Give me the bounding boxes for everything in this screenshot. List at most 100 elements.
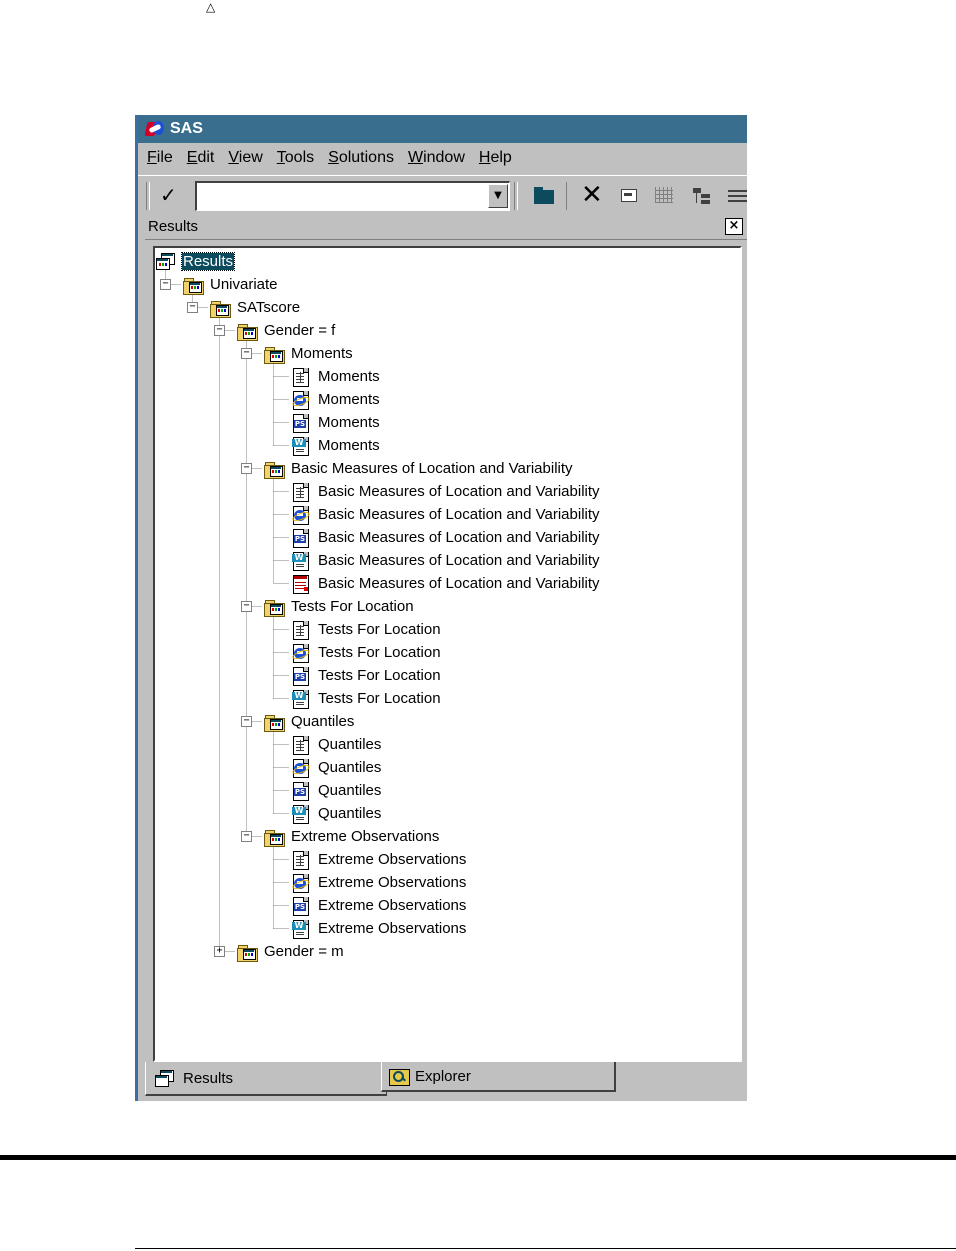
menu-item-tools[interactable]: Tools	[277, 149, 314, 167]
postscript-output-icon: PS	[290, 666, 311, 686]
collapse-icon[interactable]: −	[241, 463, 252, 474]
collapse-icon[interactable]: −	[187, 302, 198, 313]
tree-folder-node[interactable]: SATscore	[209, 296, 301, 318]
toolbar-grip[interactable]	[146, 182, 150, 210]
menu-bar: File Edit View Tools Solutions Window Help	[138, 143, 747, 173]
results-pane-title: Results	[148, 218, 199, 235]
tree-output-node[interactable]: W Basic Measures of Location and Variabil…	[290, 549, 601, 571]
menu-item-help[interactable]: Help	[479, 149, 512, 167]
tree-output-node[interactable]: W Quantiles	[290, 802, 382, 824]
tree-output-node[interactable]: Quantiles	[290, 756, 382, 778]
tree-output-node[interactable]: Basic Measures of Location and Variabili…	[290, 480, 601, 502]
tree-node-label: Basic Measures of Location and Variabili…	[318, 505, 600, 523]
results-folder-icon	[263, 827, 285, 847]
menu-label: ile	[156, 149, 173, 166]
listing-output-icon	[290, 482, 311, 502]
collapse-icon[interactable]: −	[214, 325, 225, 336]
tab-results-label: Results	[183, 1069, 234, 1087]
tree-folder-node[interactable]: Gender = m	[236, 940, 345, 962]
html-output-icon	[290, 758, 311, 778]
tree-output-node[interactable]: PS Moments	[290, 411, 381, 433]
properties-icon[interactable]	[618, 184, 640, 206]
delta-mark: △	[206, 0, 216, 14]
chevron-down-icon[interactable]: ▼	[488, 184, 508, 208]
menu-accelerator: H	[478, 149, 491, 166]
open-folder-icon[interactable]	[533, 184, 555, 206]
menu-accelerator: T	[276, 149, 285, 166]
tree-folder-node[interactable]: Tests For Location	[263, 595, 415, 617]
menu-item-window[interactable]: Window	[408, 149, 465, 167]
tree-folder-node[interactable]: Moments	[263, 342, 354, 364]
menu-item-file[interactable]: File	[147, 149, 173, 167]
tree-node-label: Quantiles	[291, 712, 355, 730]
tree-output-node[interactable]: Basic Measures of Location and Variabili…	[290, 572, 601, 594]
tree-output-node[interactable]: PS Quantiles	[290, 779, 382, 801]
details-grid-icon[interactable]	[653, 184, 675, 206]
tree-node-label: Quantiles	[318, 781, 382, 799]
menu-label: olutions	[338, 149, 394, 166]
results-tree[interactable]: Results Univariate − SATscore − Gender = f − Mo…	[153, 246, 742, 1062]
tree-output-node[interactable]: PS Extreme Observations	[290, 894, 467, 916]
window-title: SAS	[170, 120, 203, 137]
rtf-output-icon: W	[290, 436, 311, 456]
tree-node-label: Quantiles	[318, 758, 382, 776]
tree-output-node[interactable]: Moments	[290, 365, 381, 387]
menu-item-view[interactable]: View	[228, 149, 262, 167]
tree-output-node[interactable]: Quantiles	[290, 733, 382, 755]
submit-check-button[interactable]: ✓	[160, 183, 177, 207]
tree-folder-node[interactable]: Univariate	[182, 273, 279, 295]
collapse-icon[interactable]: −	[241, 831, 252, 842]
tree-output-node[interactable]: W Extreme Observations	[290, 917, 467, 939]
tree-output-node[interactable]: Basic Measures of Location and Variabili…	[290, 503, 601, 525]
tree-output-node[interactable]: PS Tests For Location	[290, 664, 442, 686]
tree-root-node[interactable]: Results	[155, 250, 236, 272]
menu-item-solutions[interactable]: Solutions	[328, 149, 394, 167]
menu-label: ools	[284, 149, 315, 166]
collapse-icon[interactable]: −	[241, 716, 252, 727]
tree-output-node[interactable]: W Tests For Location	[290, 687, 442, 709]
command-input[interactable]	[199, 185, 487, 207]
tree-node-label: Univariate	[210, 275, 278, 293]
tab-explorer[interactable]: Explorer	[381, 1062, 616, 1092]
tree-output-node[interactable]: Tests For Location	[290, 618, 442, 640]
tab-results[interactable]: Results	[145, 1062, 387, 1096]
desktop-strip	[135, 115, 138, 1101]
menu-accelerator: F	[147, 149, 157, 166]
tree-output-node[interactable]: Tests For Location	[290, 641, 442, 663]
menu-item-edit[interactable]: Edit	[187, 149, 215, 167]
listing-output-icon	[290, 735, 311, 755]
tree-output-node[interactable]: Extreme Observations	[290, 848, 467, 870]
tree-output-node[interactable]: W Moments	[290, 434, 381, 456]
tree-output-node[interactable]: Extreme Observations	[290, 871, 467, 893]
tree-node-label: SATscore	[237, 298, 301, 316]
list-view-icon[interactable]	[726, 184, 747, 206]
rtf-output-icon: W	[290, 689, 311, 709]
collapse-icon[interactable]: −	[241, 601, 252, 612]
collapse-icon[interactable]: −	[160, 279, 171, 290]
toolbar-separator	[566, 182, 568, 210]
data-table-icon	[290, 574, 311, 594]
results-folder-icon	[263, 459, 285, 479]
tree-folder-node[interactable]: Gender = f	[236, 319, 336, 341]
tree-node-label: Basic Measures of Location and Variabili…	[318, 482, 600, 500]
pane-tabs: Results Explorer	[145, 1062, 747, 1101]
tree-view-icon[interactable]	[691, 184, 713, 206]
tree-node-label: Gender = f	[264, 321, 336, 339]
tree-output-node[interactable]: PS Basic Measures of Location and Variabi…	[290, 526, 601, 548]
tree-node-label: Extreme Observations	[318, 919, 467, 937]
close-icon[interactable]: ×	[725, 218, 743, 235]
tree-output-node[interactable]: Moments	[290, 388, 381, 410]
html-output-icon	[290, 643, 311, 663]
page-rule	[0, 1155, 956, 1160]
tree-folder-node[interactable]: Extreme Observations	[263, 825, 440, 847]
listing-output-icon	[290, 850, 311, 870]
collapse-icon[interactable]: −	[241, 348, 252, 359]
command-box[interactable]: ▼	[195, 181, 510, 211]
expand-icon[interactable]: +	[214, 946, 225, 957]
tree-folder-node[interactable]: Basic Measures of Location and Variabili…	[263, 457, 574, 479]
sas-logo-icon	[144, 120, 166, 138]
tree-folder-node[interactable]: Quantiles	[263, 710, 355, 732]
tree-node-label: Results	[180, 251, 236, 271]
delete-icon[interactable]: ✕	[581, 182, 603, 208]
tree-node-label: Tests For Location	[291, 597, 414, 615]
